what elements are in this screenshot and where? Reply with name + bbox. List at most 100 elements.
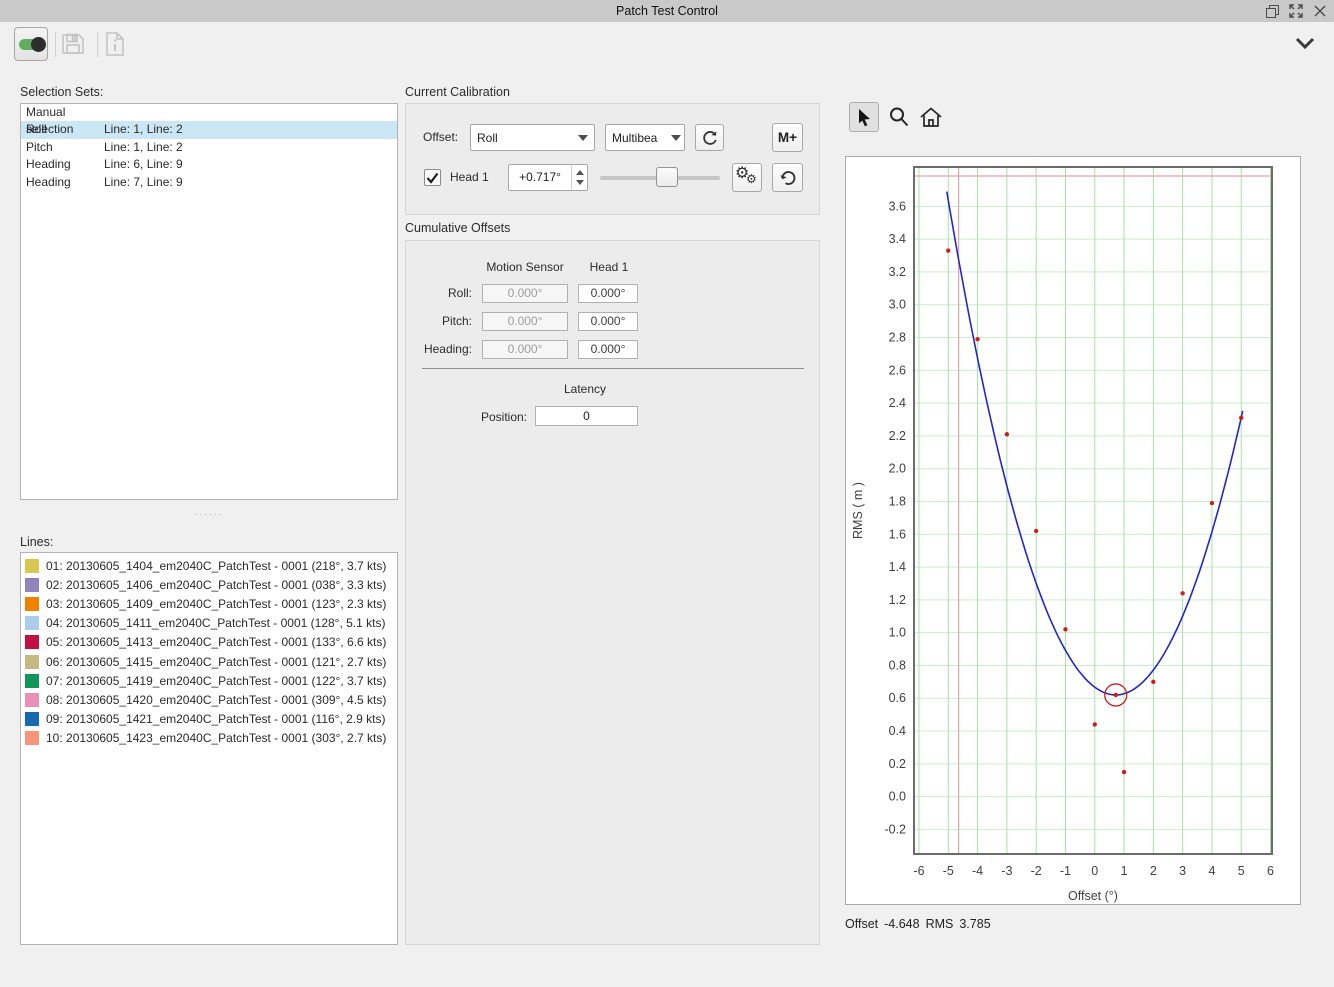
status-rms-label: RMS — [926, 917, 954, 931]
offset-label: Offset: — [423, 124, 458, 151]
spin-up-icon — [576, 170, 584, 175]
line-item[interactable]: 04: 20130605_1411_em2040C_PatchTest - 00… — [21, 614, 397, 633]
sonar-value: Multibea — [612, 131, 671, 145]
svg-text:0.8: 0.8 — [889, 658, 906, 672]
home-view-button[interactable] — [916, 102, 946, 132]
chevron-down-icon — [578, 135, 588, 141]
check-icon — [426, 172, 439, 184]
splitter-handle[interactable]: ...... — [20, 507, 398, 518]
svg-text:2.4: 2.4 — [889, 396, 906, 410]
status-offset-label: Offset — [845, 917, 878, 931]
zoom-tool-button[interactable] — [884, 102, 914, 132]
svg-text:-5: -5 — [943, 864, 954, 878]
head1-label: Head 1 — [450, 164, 489, 191]
chevron-down-icon — [1294, 36, 1316, 50]
chevron-down-icon — [671, 135, 681, 141]
document-info-icon — [103, 31, 127, 57]
memory-add-button[interactable]: M+ — [772, 123, 803, 152]
svg-text:RMS ( m ): RMS ( m ) — [851, 482, 865, 539]
toggle-on-icon — [19, 39, 43, 50]
head1-column-header: Head 1 — [578, 260, 640, 274]
svg-text:0.2: 0.2 — [889, 757, 906, 771]
chart-status-bar: Offset-4.648RMS3.785 — [845, 917, 997, 931]
head1-offset-spinner[interactable]: +0.717° — [508, 164, 588, 191]
line-item[interactable]: 07: 20130605_1419_em2040C_PatchTest - 00… — [21, 671, 397, 690]
slider-handle[interactable] — [656, 167, 678, 187]
gears-icon: ⚙ ⚙ — [736, 167, 758, 189]
svg-text:1.0: 1.0 — [889, 626, 906, 640]
line-color-swatch — [25, 674, 39, 688]
line-item[interactable]: 08: 20130605_1420_em2040C_PatchTest - 00… — [21, 690, 397, 709]
float-window-icon[interactable] — [1264, 3, 1280, 19]
undo-button[interactable] — [772, 163, 803, 192]
motion-sensor-offset-field: 0.000° — [482, 284, 568, 303]
pointer-tool-button[interactable] — [849, 102, 879, 132]
calibration-chart[interactable]: -6-5-4-3-2-10123456-0.20.00.20.40.60.81.… — [845, 156, 1301, 905]
svg-text:6: 6 — [1267, 864, 1274, 878]
svg-text:0: 0 — [1091, 864, 1098, 878]
offset-type-value: Roll — [477, 131, 578, 145]
line-item[interactable]: 02: 20130605_1406_em2040C_PatchTest - 00… — [21, 575, 397, 594]
line-color-swatch — [25, 597, 39, 611]
settings-button[interactable]: ⚙ ⚙ — [732, 163, 762, 192]
status-rms-value: 3.785 — [959, 917, 990, 931]
svg-text:-4: -4 — [972, 864, 983, 878]
line-item[interactable]: 06: 20130605_1415_em2040C_PatchTest - 00… — [21, 652, 397, 671]
offset-slider[interactable] — [600, 164, 720, 191]
selection-set-row[interactable]: HeadingLine: 6, Line: 9 — [21, 156, 397, 173]
line-color-swatch — [25, 635, 39, 649]
svg-text:1.6: 1.6 — [889, 527, 906, 541]
report-button[interactable] — [103, 31, 129, 57]
collapse-panel-button[interactable] — [1294, 36, 1316, 52]
enable-patch-test-toggle-button[interactable] — [14, 27, 48, 61]
undo-icon — [779, 170, 797, 186]
lines-list[interactable]: 01: 20130605_1404_em2040C_PatchTest - 00… — [20, 552, 398, 945]
refresh-button[interactable] — [695, 124, 724, 151]
svg-text:0.6: 0.6 — [889, 691, 906, 705]
svg-text:3.2: 3.2 — [889, 265, 906, 279]
head1-checkbox[interactable] — [424, 169, 441, 186]
svg-text:2.2: 2.2 — [889, 429, 906, 443]
current-calibration-label: Current Calibration — [405, 85, 510, 99]
line-item[interactable]: 03: 20130605_1409_em2040C_PatchTest - 00… — [21, 594, 397, 613]
svg-text:3: 3 — [1179, 864, 1186, 878]
latency-label: Latency — [480, 382, 690, 396]
sonar-dropdown[interactable]: Multibea — [605, 124, 685, 151]
line-color-swatch — [25, 693, 39, 707]
line-item[interactable]: 01: 20130605_1404_em2040C_PatchTest - 00… — [21, 556, 397, 575]
selection-sets-label: Selection Sets: — [20, 85, 103, 99]
line-item[interactable]: 10: 20130605_1423_em2040C_PatchTest - 00… — [21, 729, 397, 748]
line-color-swatch — [25, 559, 39, 573]
head1-offset-field: 0.000° — [578, 340, 638, 359]
chart-canvas[interactable]: -6-5-4-3-2-10123456-0.20.00.20.40.60.81.… — [846, 157, 1300, 904]
lines-label: Lines: — [20, 535, 53, 549]
svg-text:3.0: 3.0 — [889, 298, 906, 312]
offset-type-dropdown[interactable]: Roll — [470, 124, 595, 151]
toolbar-separator — [55, 32, 56, 57]
patch-test-control-window: { "window": { "title": "Patch Test Contr… — [0, 0, 1334, 987]
svg-text:1.8: 1.8 — [889, 494, 906, 508]
svg-text:2.0: 2.0 — [889, 462, 906, 476]
spinner-arrows[interactable] — [571, 165, 587, 190]
title-bar[interactable]: Patch Test Control — [0, 0, 1334, 22]
position-field[interactable]: 0 — [535, 406, 638, 426]
cumulative-offsets-label: Cumulative Offsets — [405, 221, 510, 235]
svg-text:0.4: 0.4 — [889, 724, 906, 738]
line-item[interactable]: 09: 20130605_1421_em2040C_PatchTest - 00… — [21, 710, 397, 729]
selection-set-row[interactable]: RollLine: 1, Line: 2 — [21, 121, 397, 138]
save-button[interactable] — [60, 31, 86, 57]
svg-text:-0.2: -0.2 — [884, 822, 906, 836]
cumulative-row-label: Heading: — [400, 342, 472, 356]
selection-sets-list[interactable]: Manual selectionRollLine: 1, Line: 2Pitc… — [20, 103, 398, 500]
save-floppy-icon — [60, 31, 86, 57]
line-item[interactable]: 05: 20130605_1413_em2040C_PatchTest - 00… — [21, 633, 397, 652]
selection-set-row[interactable]: Manual selection — [21, 104, 397, 121]
maximize-icon[interactable] — [1288, 3, 1304, 19]
line-color-swatch — [25, 712, 39, 726]
svg-text:2.8: 2.8 — [889, 331, 906, 345]
selection-set-row[interactable]: HeadingLine: 7, Line: 9 — [21, 174, 397, 191]
close-icon[interactable] — [1312, 3, 1328, 19]
selection-set-row[interactable]: PitchLine: 1, Line: 2 — [21, 139, 397, 156]
svg-text:-3: -3 — [1001, 864, 1012, 878]
line-color-swatch — [25, 655, 39, 669]
